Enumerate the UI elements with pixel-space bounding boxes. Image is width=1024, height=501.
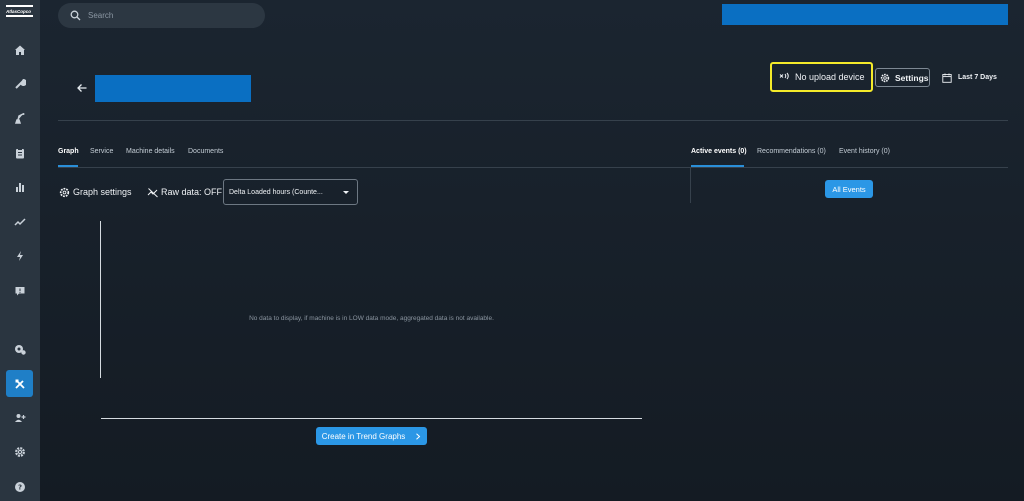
tab-event-history[interactable]: Event history (0) (839, 148, 890, 155)
tab-service[interactable]: Service (90, 148, 113, 155)
data-series-selected: Delta Loaded hours (Counte... (229, 188, 323, 196)
trend-line-icon[interactable] (6, 208, 33, 235)
right-tabs-divider (690, 167, 1008, 168)
no-signal-icon (779, 72, 789, 80)
tab-documents[interactable]: Documents (188, 148, 223, 155)
wrench-icon[interactable] (6, 70, 33, 97)
create-trend-graph-label: Create in Trend Graphs (321, 431, 406, 441)
date-range-picker[interactable]: Last 7 Days (942, 71, 997, 84)
raw-data-toggle[interactable]: Raw data: OFF (147, 185, 222, 199)
chevron-right-icon (416, 432, 421, 440)
search-input[interactable] (88, 7, 258, 24)
robot-arm-icon[interactable] (6, 104, 33, 131)
graph-settings-button[interactable]: Graph settings (59, 185, 132, 199)
chart-y-axis (100, 221, 101, 378)
graph-settings-label: Graph settings (73, 187, 132, 197)
back-arrow-icon[interactable] (76, 82, 88, 94)
search-bar[interactable] (58, 3, 265, 28)
no-data-message: No data to display, if machine is in LOW… (249, 315, 494, 322)
tab-active-events[interactable]: Active events (0) (691, 148, 747, 155)
clipboard-icon[interactable] (6, 139, 33, 166)
redacted-user-area (722, 4, 1008, 25)
panel-divider (690, 168, 691, 203)
raw-data-off-icon (147, 187, 158, 197)
tab-machine-details[interactable]: Machine details (126, 148, 175, 155)
upload-status-indicator: No upload device (770, 62, 873, 92)
settings-label: Settings (895, 72, 929, 83)
logo-text: AtlasCopco (6, 9, 32, 14)
chevron-down-icon (343, 191, 349, 194)
tab-graph[interactable]: Graph (58, 148, 79, 155)
gear-icon (59, 187, 70, 197)
chart-x-axis (101, 418, 642, 419)
tab-recommendations[interactable]: Recommendations (0) (757, 148, 826, 155)
gear-icon[interactable] (6, 438, 33, 465)
upload-status-text: No upload device (795, 72, 865, 82)
bar-chart-icon[interactable] (6, 173, 33, 200)
all-events-button[interactable]: All Events (825, 180, 873, 198)
gear-icon (880, 73, 890, 82)
company-logo[interactable]: AtlasCopco (6, 5, 33, 17)
sidebar: AtlasCopco ? (0, 0, 40, 501)
date-range-label: Last 7 Days (958, 74, 997, 81)
tools-icon[interactable] (6, 370, 33, 397)
svg-text:?: ? (17, 483, 21, 491)
chat-alert-icon[interactable] (6, 277, 33, 304)
settings-alert-icon[interactable] (6, 335, 33, 362)
home-icon[interactable] (6, 36, 33, 63)
search-icon (70, 10, 81, 21)
help-icon[interactable]: ? (6, 473, 33, 500)
data-series-select[interactable]: Delta Loaded hours (Counte... (223, 179, 358, 205)
header-divider (58, 120, 1008, 121)
calendar-icon (942, 73, 952, 83)
machine-title-redacted (95, 75, 251, 102)
settings-button[interactable]: Settings (875, 68, 930, 87)
create-trend-graph-button[interactable]: Create in Trend Graphs (316, 427, 427, 445)
add-user-icon[interactable] (6, 404, 33, 431)
raw-data-label: Raw data: OFF (161, 187, 223, 197)
left-tabs-divider (58, 167, 690, 168)
lightning-icon[interactable] (6, 242, 33, 269)
